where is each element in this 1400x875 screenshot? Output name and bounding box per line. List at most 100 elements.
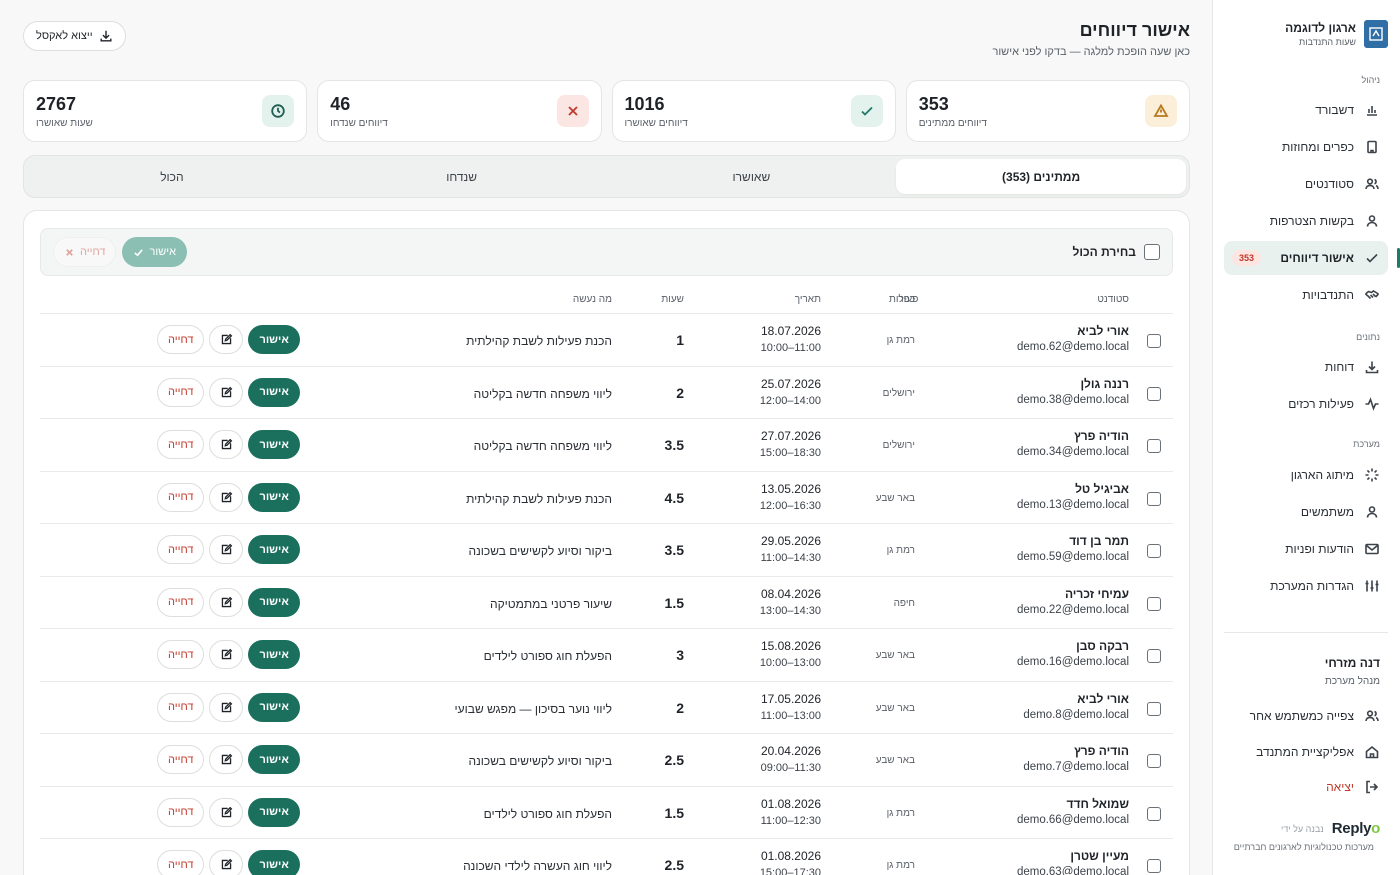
approve-button[interactable]: אישור bbox=[248, 640, 300, 669]
sidebar-item-7[interactable]: פעילות רכזים bbox=[1224, 387, 1388, 421]
reject-button[interactable]: דחייה bbox=[157, 430, 205, 459]
row-checkbox[interactable] bbox=[1147, 859, 1161, 873]
table-row: אורי לביא demo.8@demo.local באר שבע 17.05.2… bbox=[40, 680, 1173, 734]
sidebar-item-label: סטודנטים bbox=[1305, 177, 1354, 191]
reject-button[interactable]: דחייה bbox=[157, 377, 205, 407]
village-cell: באר שבע bbox=[875, 492, 915, 504]
row-actions: דחייה אישור bbox=[157, 377, 300, 407]
sidebar-item-2[interactable]: סטודנטים bbox=[1224, 167, 1388, 201]
approve-button[interactable]: אישור bbox=[248, 692, 300, 722]
tab-3[interactable]: הכול bbox=[27, 159, 317, 194]
student-email: demo.38@demo.local bbox=[1016, 393, 1129, 406]
edit-button[interactable] bbox=[209, 377, 244, 407]
hours-cell: 3.5 bbox=[664, 437, 684, 453]
sidebar-item-11[interactable]: הגדרות המערכת bbox=[1224, 569, 1388, 603]
edit-button[interactable] bbox=[209, 535, 244, 564]
edit-button[interactable] bbox=[209, 797, 244, 827]
sidebar-item-4[interactable]: אישור דיווחים 353 bbox=[1224, 241, 1400, 275]
reject-button[interactable]: דחייה bbox=[157, 535, 205, 564]
row-checkbox[interactable] bbox=[1147, 334, 1161, 348]
powered-by[interactable]: Replyo נבנה על ידי bbox=[1281, 820, 1380, 837]
student-email: demo.63@demo.local bbox=[1016, 866, 1129, 875]
table-row: תמר בן דוד demo.59@demo.local רמת גן 29.05.… bbox=[40, 523, 1173, 576]
sidebar-item-3[interactable]: בקשות הצטרפות bbox=[1224, 204, 1388, 238]
date-cell: 18.07.2026 11:00–10:00 bbox=[761, 324, 821, 354]
approve-button[interactable]: אישור bbox=[248, 745, 300, 774]
sidebar-item-6[interactable]: דוחות bbox=[1224, 350, 1388, 384]
row-checkbox[interactable] bbox=[1147, 806, 1161, 821]
user-menu-item-0[interactable]: צפייה כמשתמש אחר bbox=[1224, 699, 1388, 733]
tab-2[interactable]: שנדחו bbox=[317, 159, 607, 194]
reject-button[interactable]: דחייה bbox=[157, 640, 205, 669]
row-checkbox[interactable] bbox=[1147, 701, 1161, 716]
reject-button[interactable]: דחייה bbox=[157, 482, 205, 512]
row-checkbox[interactable] bbox=[1147, 544, 1161, 558]
row-checkbox[interactable] bbox=[1147, 386, 1161, 401]
reject-button[interactable]: דחייה bbox=[157, 692, 205, 722]
edit-button[interactable] bbox=[209, 850, 244, 875]
row-checkbox[interactable] bbox=[1147, 439, 1161, 453]
table-row: רננה גולן demo.38@demo.local ירושלים 25.07.… bbox=[40, 365, 1173, 419]
sidebar-item-9[interactable]: משתמשים bbox=[1224, 495, 1388, 529]
approve-button[interactable]: אישור bbox=[248, 482, 300, 512]
export-excel-label: ייצוא לאקסל bbox=[36, 30, 93, 42]
reject-button[interactable]: דחייה bbox=[157, 850, 205, 875]
student-cell: שמואל חדד demo.66@demo.local bbox=[1017, 797, 1129, 826]
row-actions: דחייה אישור bbox=[157, 325, 300, 354]
replyo-logo: Replyo bbox=[1331, 820, 1381, 837]
approve-button[interactable]: אישור bbox=[248, 325, 300, 354]
reject-button[interactable]: דחייה bbox=[157, 745, 205, 774]
date-cell: 01.08.2026 17:30–15:00 bbox=[760, 849, 821, 875]
stat-card: 46 דיווחים שנדחו bbox=[317, 80, 602, 142]
header-student: סטודנט bbox=[1097, 294, 1129, 305]
sidebar-divider bbox=[1224, 632, 1388, 633]
edit-button[interactable] bbox=[209, 430, 244, 459]
stat-icon-box bbox=[262, 95, 295, 127]
edit-button[interactable] bbox=[209, 325, 244, 354]
table-row: אורי לביא demo.62@demo.local רמת גן 18.07.2… bbox=[40, 313, 1173, 366]
tab-1[interactable]: שאושרו bbox=[607, 159, 897, 194]
tab-0[interactable]: ממתינים (353) bbox=[896, 159, 1186, 194]
reject-button[interactable]: דחייה bbox=[157, 797, 205, 827]
sidebar-item-5[interactable]: התנדבויות bbox=[1224, 278, 1388, 312]
export-excel-button[interactable]: ייצוא לאקסל bbox=[23, 21, 126, 51]
approve-button[interactable]: אישור bbox=[248, 535, 300, 564]
reject-button[interactable]: דחייה bbox=[157, 587, 205, 617]
sidebar-item-1[interactable]: כפרים ומחוזות bbox=[1224, 130, 1388, 164]
report-date: 13.05.2026 bbox=[760, 481, 821, 496]
village-cell: ירושלים bbox=[882, 387, 915, 399]
student-name: תמר בן דוד bbox=[1069, 534, 1129, 548]
user-menu-item-1[interactable]: אפליקציית המתנדב bbox=[1224, 735, 1388, 769]
edit-button[interactable] bbox=[209, 745, 244, 774]
bulk-reject-label: דחייה bbox=[80, 246, 106, 258]
row-checkbox[interactable] bbox=[1147, 754, 1161, 768]
sidebar-item-10[interactable]: הודעות ופניות bbox=[1224, 532, 1388, 566]
approve-button[interactable]: אישור bbox=[248, 587, 300, 617]
bulk-approve-button[interactable]: אישור bbox=[122, 237, 188, 267]
edit-button[interactable] bbox=[209, 587, 244, 617]
select-all[interactable]: בחירת הכול bbox=[1073, 244, 1160, 260]
edit-button[interactable] bbox=[209, 692, 244, 722]
student-name: מעיין שטרן bbox=[1070, 849, 1129, 863]
approve-button[interactable]: אישור bbox=[248, 377, 300, 407]
user-menu-item-2[interactable]: יציאה bbox=[1224, 770, 1388, 804]
date-cell: 17.05.2026 13:00–11:00 bbox=[761, 692, 821, 722]
row-checkbox[interactable] bbox=[1147, 596, 1161, 611]
approve-button[interactable]: אישור bbox=[248, 850, 300, 875]
approve-button[interactable]: אישור bbox=[248, 797, 300, 827]
brand[interactable]: ארגון לדוגמה שעות התנדבות bbox=[1225, 14, 1388, 54]
user-role: מנהל מערכת bbox=[1325, 676, 1380, 687]
row-checkbox[interactable] bbox=[1147, 491, 1161, 506]
sidebar-item-0[interactable]: דשבורד bbox=[1224, 93, 1388, 127]
row-checkbox[interactable] bbox=[1147, 649, 1161, 663]
sidebar-item-label: מיתוג הארגון bbox=[1290, 468, 1354, 482]
hours-cell: 1.5 bbox=[664, 594, 684, 611]
approve-button[interactable]: אישור bbox=[248, 430, 300, 459]
bulk-reject-button[interactable]: דחייה bbox=[53, 237, 117, 267]
edit-button[interactable] bbox=[209, 482, 244, 512]
edit-button[interactable] bbox=[209, 640, 244, 669]
sidebar-item-8[interactable]: מיתוג הארגון bbox=[1224, 458, 1388, 492]
hours-cell: 2 bbox=[676, 384, 684, 401]
select-all-checkbox[interactable] bbox=[1144, 244, 1160, 260]
reject-button[interactable]: דחייה bbox=[157, 325, 205, 354]
